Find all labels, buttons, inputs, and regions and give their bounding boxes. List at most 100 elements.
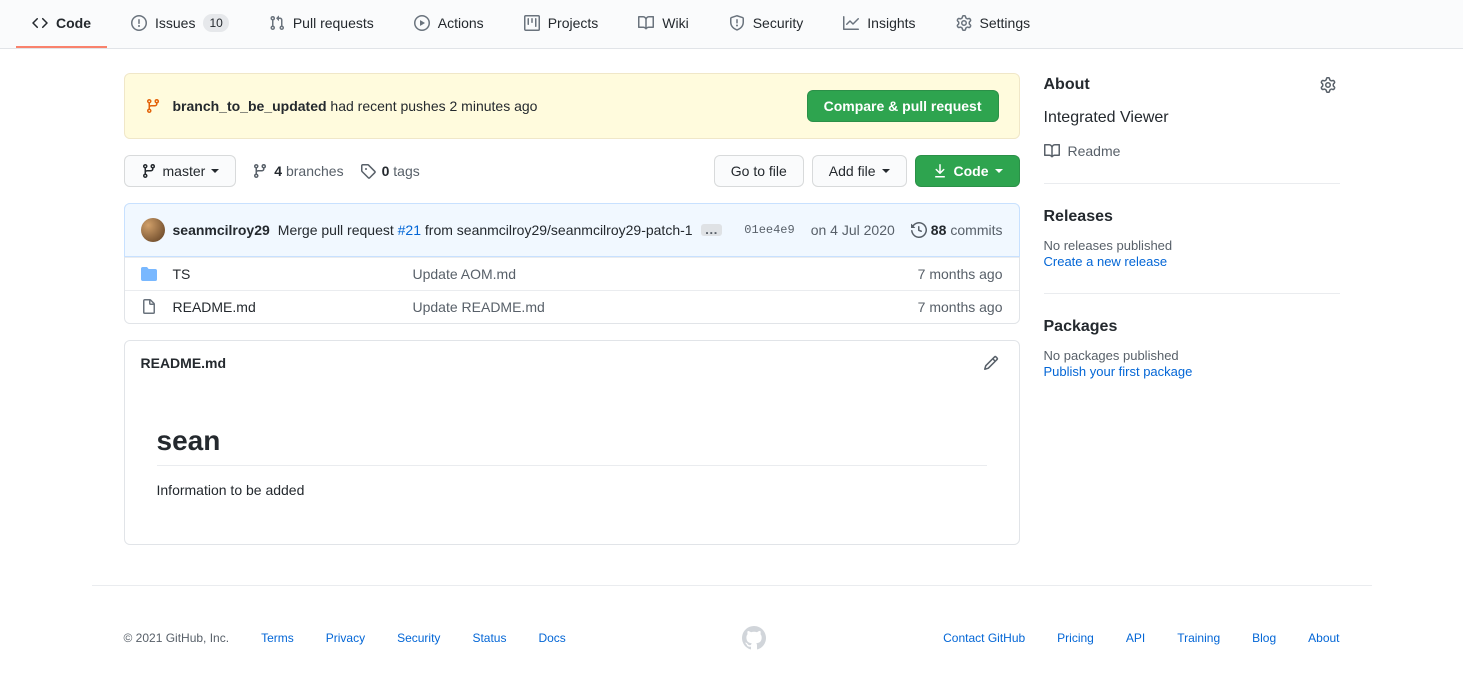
file-nav-row: master 4 branches 0 tags Go to file Add … — [124, 155, 1020, 187]
ellipsis-button[interactable]: … — [701, 224, 722, 236]
file-commit-msg[interactable]: Update README.md — [413, 299, 918, 315]
publish-package-link[interactable]: Publish your first package — [1044, 364, 1193, 379]
footer-links-left: Terms Privacy Security Status Docs — [261, 631, 566, 645]
commits-count-link[interactable]: 88 commits — [911, 222, 1003, 238]
footer-link[interactable]: API — [1126, 631, 1145, 645]
issues-count-badge: 10 — [203, 14, 228, 32]
commit-author[interactable]: seanmcilroy29 — [173, 222, 270, 238]
play-icon — [414, 15, 430, 31]
footer-link[interactable]: Contact GitHub — [943, 631, 1025, 645]
notice-text: branch_to_be_updated had recent pushes 2… — [173, 98, 538, 114]
folder-icon — [141, 266, 157, 282]
file-name-link[interactable]: README.md — [173, 299, 256, 315]
repo-tabnav: Code Issues 10 Pull requests Actions Pro… — [0, 0, 1463, 49]
tab-security[interactable]: Security — [713, 0, 820, 48]
readme-body: sean Information to be added — [125, 385, 1019, 544]
footer-link[interactable]: Pricing — [1057, 631, 1094, 645]
github-logo-link[interactable] — [742, 626, 766, 650]
copyright: © 2021 GitHub, Inc. — [124, 631, 230, 645]
avatar[interactable] — [141, 218, 165, 242]
readme-link-label: Readme — [1068, 143, 1121, 159]
notice-suffix: had recent pushes 2 minutes ago — [327, 98, 538, 114]
download-icon — [932, 163, 948, 179]
tags-label: tags — [389, 163, 419, 179]
create-release-link[interactable]: Create a new release — [1044, 254, 1168, 269]
footer-link[interactable]: Training — [1177, 631, 1220, 645]
add-file-label: Add file — [829, 161, 876, 181]
sidebar: About Integrated Viewer Readme Releases … — [1044, 73, 1340, 545]
commits-count: 88 — [931, 222, 947, 238]
file-age: 7 months ago — [918, 266, 1003, 282]
pencil-icon — [983, 355, 999, 371]
tab-wiki[interactable]: Wiki — [622, 0, 704, 48]
add-file-button[interactable]: Add file — [812, 155, 907, 187]
tab-code[interactable]: Code — [16, 0, 107, 48]
releases-title: Releases — [1044, 208, 1340, 226]
graph-icon — [843, 15, 859, 31]
book-icon — [638, 15, 654, 31]
about-settings-button[interactable] — [1316, 73, 1340, 97]
tab-wiki-label: Wiki — [662, 8, 688, 38]
compare-pr-button[interactable]: Compare & pull request — [807, 90, 999, 122]
file-name-link[interactable]: TS — [173, 266, 191, 282]
tab-settings[interactable]: Settings — [940, 0, 1047, 48]
about-title: About — [1044, 73, 1340, 97]
readme-header: README.md — [125, 341, 1019, 385]
footer-link[interactable]: Privacy — [326, 631, 365, 645]
readme-heading: sean — [157, 425, 987, 466]
readme-link[interactable]: Readme — [1044, 143, 1340, 159]
table-row: README.md Update README.md 7 months ago — [125, 290, 1019, 323]
file-list-box: seanmcilroy29 Merge pull request #21 fro… — [124, 203, 1020, 324]
footer-link[interactable]: Status — [472, 631, 506, 645]
releases-block: Releases No releases published Create a … — [1044, 208, 1340, 294]
commit-date[interactable]: on 4 Jul 2020 — [811, 222, 895, 238]
notice-branch-name: branch_to_be_updated — [173, 98, 327, 114]
branch-select-button[interactable]: master — [124, 155, 237, 187]
tab-projects[interactable]: Projects — [508, 0, 615, 48]
footer-link[interactable]: About — [1308, 631, 1339, 645]
readme-filename[interactable]: README.md — [141, 355, 227, 371]
tags-link[interactable]: 0 tags — [360, 163, 420, 179]
tab-security-label: Security — [753, 8, 804, 38]
commit-sha[interactable]: 01ee4e9 — [744, 223, 794, 237]
footer-link[interactable]: Blog — [1252, 631, 1276, 645]
pr-link[interactable]: #21 — [398, 222, 421, 238]
file-commit-msg[interactable]: Update AOM.md — [413, 266, 918, 282]
issue-icon — [131, 15, 147, 31]
commit-message-suffix: from seanmcilroy29/seanmcilroy29-patch-1 — [421, 222, 693, 238]
tab-actions-label: Actions — [438, 8, 484, 38]
code-button-label: Code — [954, 161, 989, 181]
go-to-file-button[interactable]: Go to file — [714, 155, 804, 187]
branches-label: branches — [282, 163, 343, 179]
project-icon — [524, 15, 540, 31]
footer: © 2021 GitHub, Inc. Terms Privacy Securi… — [92, 585, 1372, 690]
shield-icon — [729, 15, 745, 31]
tab-actions[interactable]: Actions — [398, 0, 500, 48]
tab-issues[interactable]: Issues 10 — [115, 0, 245, 48]
commits-label: commits — [950, 222, 1002, 238]
github-mark-icon — [742, 626, 766, 650]
current-branch-name: master — [163, 161, 206, 181]
branch-icon — [141, 163, 157, 179]
packages-title: Packages — [1044, 318, 1340, 336]
footer-link[interactable]: Terms — [261, 631, 294, 645]
main-column: branch_to_be_updated had recent pushes 2… — [124, 73, 1020, 545]
readme-paragraph: Information to be added — [157, 482, 987, 498]
caret-down-icon — [995, 169, 1003, 177]
file-age: 7 months ago — [918, 299, 1003, 315]
history-icon — [911, 222, 927, 238]
commit-message-prefix: Merge pull request — [278, 222, 398, 238]
tab-insights[interactable]: Insights — [827, 0, 931, 48]
code-download-button[interactable]: Code — [915, 155, 1020, 187]
branches-link[interactable]: 4 branches — [252, 163, 343, 179]
gear-icon — [956, 15, 972, 31]
tab-issues-label: Issues — [155, 8, 195, 38]
tab-pull-requests[interactable]: Pull requests — [253, 0, 390, 48]
tab-settings-label: Settings — [980, 8, 1031, 38]
footer-link[interactable]: Docs — [538, 631, 565, 645]
edit-readme-button[interactable] — [979, 351, 1003, 375]
footer-link[interactable]: Security — [397, 631, 440, 645]
commit-message: Merge pull request #21 from seanmcilroy2… — [278, 222, 693, 238]
branch-icon — [145, 98, 161, 114]
recent-push-notice: branch_to_be_updated had recent pushes 2… — [124, 73, 1020, 139]
